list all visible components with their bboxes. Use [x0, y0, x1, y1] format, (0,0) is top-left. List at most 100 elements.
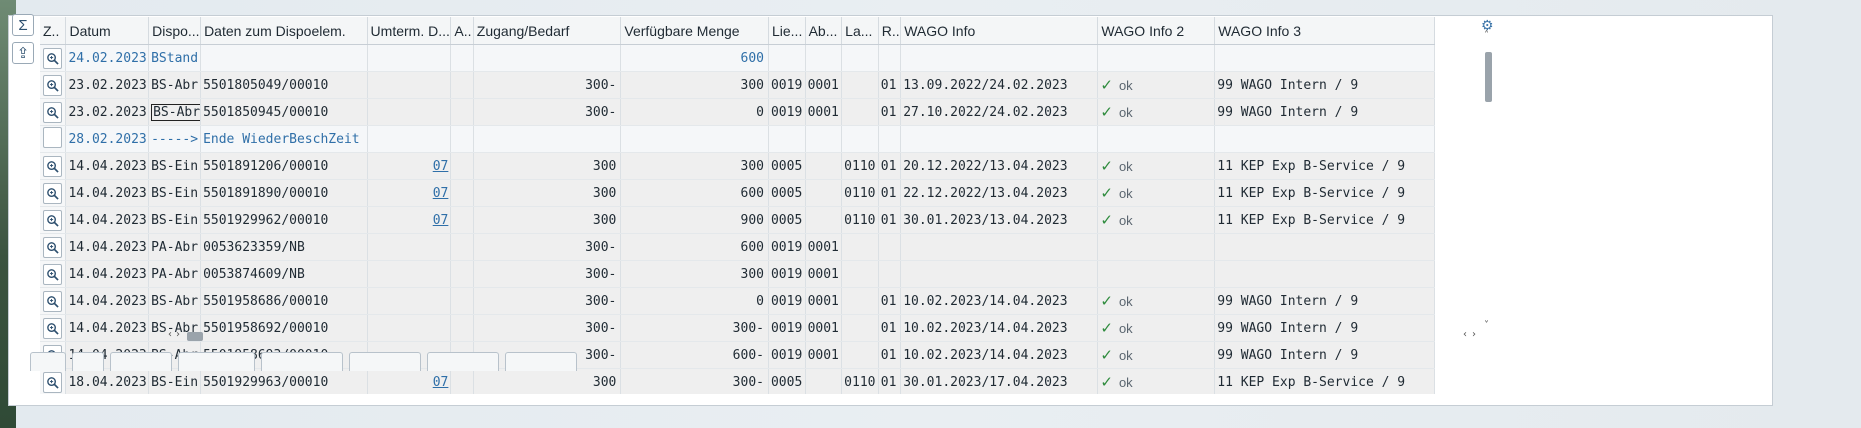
- column-header[interactable]: Z..: [40, 17, 67, 45]
- magnifier-icon[interactable]: [43, 290, 63, 312]
- cell-lie: 0005: [768, 368, 806, 394]
- cell-datum: 18.04.2023: [65, 368, 150, 394]
- cell-umterm: [367, 125, 452, 153]
- magnifier-icon[interactable]: [43, 236, 63, 258]
- column-header[interactable]: Daten zum Dispoelem.: [200, 17, 368, 45]
- column-header[interactable]: Verfügbare Menge: [620, 17, 769, 45]
- umterm-link[interactable]: 07: [433, 186, 449, 201]
- cell-datum: 14.04.2023: [65, 206, 150, 234]
- cell-wago-info-2: [1097, 44, 1216, 72]
- row-detail-cell: [40, 152, 67, 180]
- cell-lie: 0005: [768, 206, 806, 234]
- toolbar-button-5[interactable]: [261, 352, 343, 371]
- cell-lie: 0019: [768, 71, 806, 99]
- column-header[interactable]: La...: [841, 17, 879, 45]
- table-row[interactable]: 14.04.2023 PA-Abr 0053874609/NB 300- 300 0019…: [40, 260, 1435, 288]
- scroll-up-icon[interactable]: ˄: [1484, 30, 1489, 41]
- magnifier-icon[interactable]: [43, 155, 63, 177]
- cell-wago3: 99 WAGO Intern / 9: [1214, 71, 1435, 99]
- magnifier-icon[interactable]: [43, 182, 63, 204]
- cell-la: [841, 44, 879, 72]
- table-row[interactable]: 14.04.2023 PA-Abr 0053623359/NB 300- 600 0019…: [40, 233, 1435, 261]
- scroll-right-small-icon[interactable]: ›: [176, 329, 180, 340]
- table-row[interactable]: 14.04.2023 BS-Abr 5501958686/00010 300- 0 001…: [40, 287, 1435, 315]
- status-text: ok: [1118, 294, 1133, 309]
- cell-wago1: [900, 125, 1099, 153]
- umterm-link[interactable]: 07: [433, 213, 449, 228]
- column-header[interactable]: WAGO Info 3: [1214, 17, 1435, 45]
- toolbar-button-7[interactable]: [427, 352, 499, 371]
- selected-cell[interactable]: BS-Abr: [151, 103, 200, 121]
- column-header[interactable]: Ab...: [805, 17, 843, 45]
- column-header[interactable]: Dispo...: [148, 17, 202, 45]
- vertical-scroll-thumb[interactable]: [1485, 52, 1492, 102]
- horizontal-scroll-thumb[interactable]: [187, 332, 203, 341]
- cell-wago3: [1214, 233, 1435, 261]
- cell-ab: 0001: [805, 260, 843, 288]
- table-row[interactable]: 14.04.2023 BS-Ein 5501929962/00010 07 300 900…: [40, 206, 1435, 234]
- column-header[interactable]: WAGO Info 2: [1097, 17, 1216, 45]
- column-header[interactable]: Lie...: [768, 17, 806, 45]
- magnifier-icon[interactable]: [43, 101, 63, 123]
- magnifier-icon[interactable]: [43, 317, 63, 339]
- sum-button[interactable]: Σ: [12, 14, 34, 36]
- vertical-scrollbar[interactable]: ˄ ˅: [1484, 30, 1494, 338]
- column-header[interactable]: Datum: [65, 17, 150, 45]
- toolbar-button-2[interactable]: [72, 352, 104, 371]
- scroll-down-icon[interactable]: ˅: [1484, 320, 1489, 331]
- column-header[interactable]: Zugang/Bedarf: [473, 17, 622, 45]
- column-header[interactable]: WAGO Info: [900, 17, 1099, 45]
- cell-verfuegbar: 600: [620, 233, 769, 261]
- cell-la: 0110: [841, 206, 879, 234]
- checkmark-icon: ✓: [1100, 373, 1113, 391]
- cell-wago-info-2: [1097, 125, 1216, 153]
- cell-zugang: [473, 125, 622, 153]
- table-row[interactable]: 28.02.2023 -----> Ende WiederBeschZeit: [40, 125, 1435, 153]
- horizontal-scrollbar[interactable]: ‹ › ‹ ›: [165, 329, 1495, 343]
- toolbar-button-6[interactable]: [349, 352, 421, 371]
- table-row[interactable]: 14.04.2023 BS-Ein 5501891890/00010 07 300 600…: [40, 179, 1435, 207]
- table-row[interactable]: 23.02.2023 BS-Abr 5501850945/00010 300- 0 001…: [40, 98, 1435, 126]
- toolbar-button-3[interactable]: [110, 352, 172, 371]
- scroll-left-end-icon[interactable]: ‹: [1463, 329, 1467, 340]
- cell-r: 01: [878, 287, 902, 315]
- table-row[interactable]: 24.02.2023 BStand 600: [40, 44, 1435, 72]
- cell-wago1: 30.01.2023/13.04.2023: [900, 206, 1099, 234]
- cell-datum: 28.02.2023: [65, 125, 150, 153]
- cell-zugang: 300-: [473, 71, 622, 99]
- umterm-link[interactable]: 07: [433, 375, 449, 390]
- magnifier-icon[interactable]: [43, 47, 63, 69]
- column-header[interactable]: R..: [878, 17, 902, 45]
- table-row[interactable]: 14.04.2023 BS-Ein 5501891206/00010 07 300 300…: [40, 152, 1435, 180]
- toolbar-button-1[interactable]: [30, 352, 66, 371]
- cell-umterm: 07: [367, 206, 452, 234]
- column-header[interactable]: A..: [450, 17, 474, 45]
- cell-lie: [768, 44, 806, 72]
- status-text: ok: [1118, 159, 1133, 174]
- magnifier-icon[interactable]: [43, 74, 63, 96]
- scroll-right-end-icon[interactable]: ›: [1472, 329, 1476, 340]
- cell-a: [450, 206, 474, 234]
- empty-row-button[interactable]: [43, 126, 63, 148]
- magnifier-icon[interactable]: [43, 263, 63, 285]
- cell-wago3: 11 KEP Exp B-Service / 9: [1214, 152, 1435, 180]
- column-header[interactable]: Umterm. D...: [367, 17, 452, 45]
- magnifier-icon[interactable]: [43, 209, 63, 231]
- cell-datum: 23.02.2023: [65, 98, 150, 126]
- scroll-left-icon[interactable]: ‹: [168, 329, 172, 340]
- cell-zugang: 300-: [473, 260, 622, 288]
- cell-wago-info-2: ✓ ok: [1097, 287, 1216, 315]
- cell-verfuegbar: 300: [620, 71, 769, 99]
- cell-wago1: [900, 44, 1099, 72]
- toolbar-button-8[interactable]: [505, 352, 577, 371]
- cell-dispo: BS-Abr: [148, 287, 202, 315]
- row-detail-cell: [40, 368, 67, 394]
- cell-ab: [805, 368, 843, 394]
- cell-verfuegbar: [620, 125, 769, 153]
- export-button[interactable]: ⇪: [12, 42, 34, 64]
- table-row[interactable]: 23.02.2023 BS-Abr 5501805049/00010 300- 300 0…: [40, 71, 1435, 99]
- table-row[interactable]: 18.04.2023 BS-Ein 5501929963/00010 07 300 300…: [40, 368, 1435, 394]
- toolbar-button-4[interactable]: [178, 352, 255, 371]
- umterm-link[interactable]: 07: [433, 159, 449, 174]
- magnifier-icon[interactable]: [43, 371, 63, 393]
